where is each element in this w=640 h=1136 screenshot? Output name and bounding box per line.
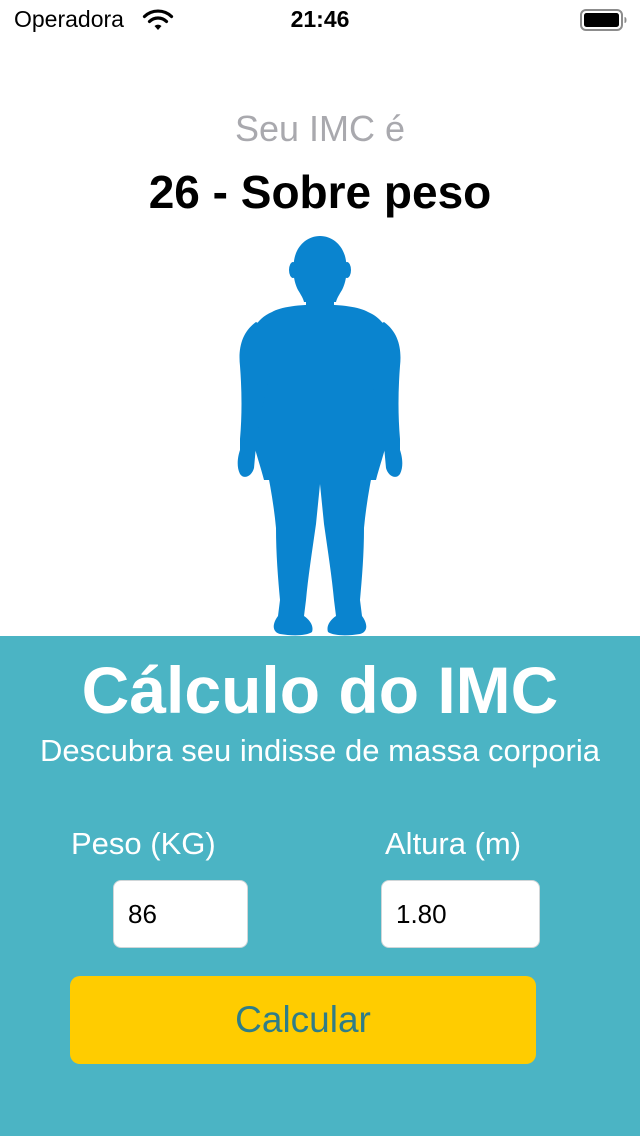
battery-icon [580,9,627,31]
status-time: 21:46 [290,6,350,32]
calculator-subtitle: Descubra seu indisse de massa corporia [40,733,600,768]
weight-input[interactable] [113,880,248,948]
status-bar: Operadora 21:46 [0,0,640,40]
weight-label: Peso (KG) [71,826,216,861]
bmi-screen: Operadora 21:46 Seu IMC é 26 - Sobre pes… [0,0,640,1136]
height-input[interactable] [381,880,540,948]
calculator-title: Cálculo do IMC [81,653,559,727]
height-label: Altura (m) [385,826,522,861]
calculate-button[interactable]: Calcular [70,976,536,1064]
person-silhouette-icon [237,236,403,636]
bmi-result-value: 26 - Sobre peso [148,166,492,218]
result-caption: Seu IMC é [234,108,406,149]
